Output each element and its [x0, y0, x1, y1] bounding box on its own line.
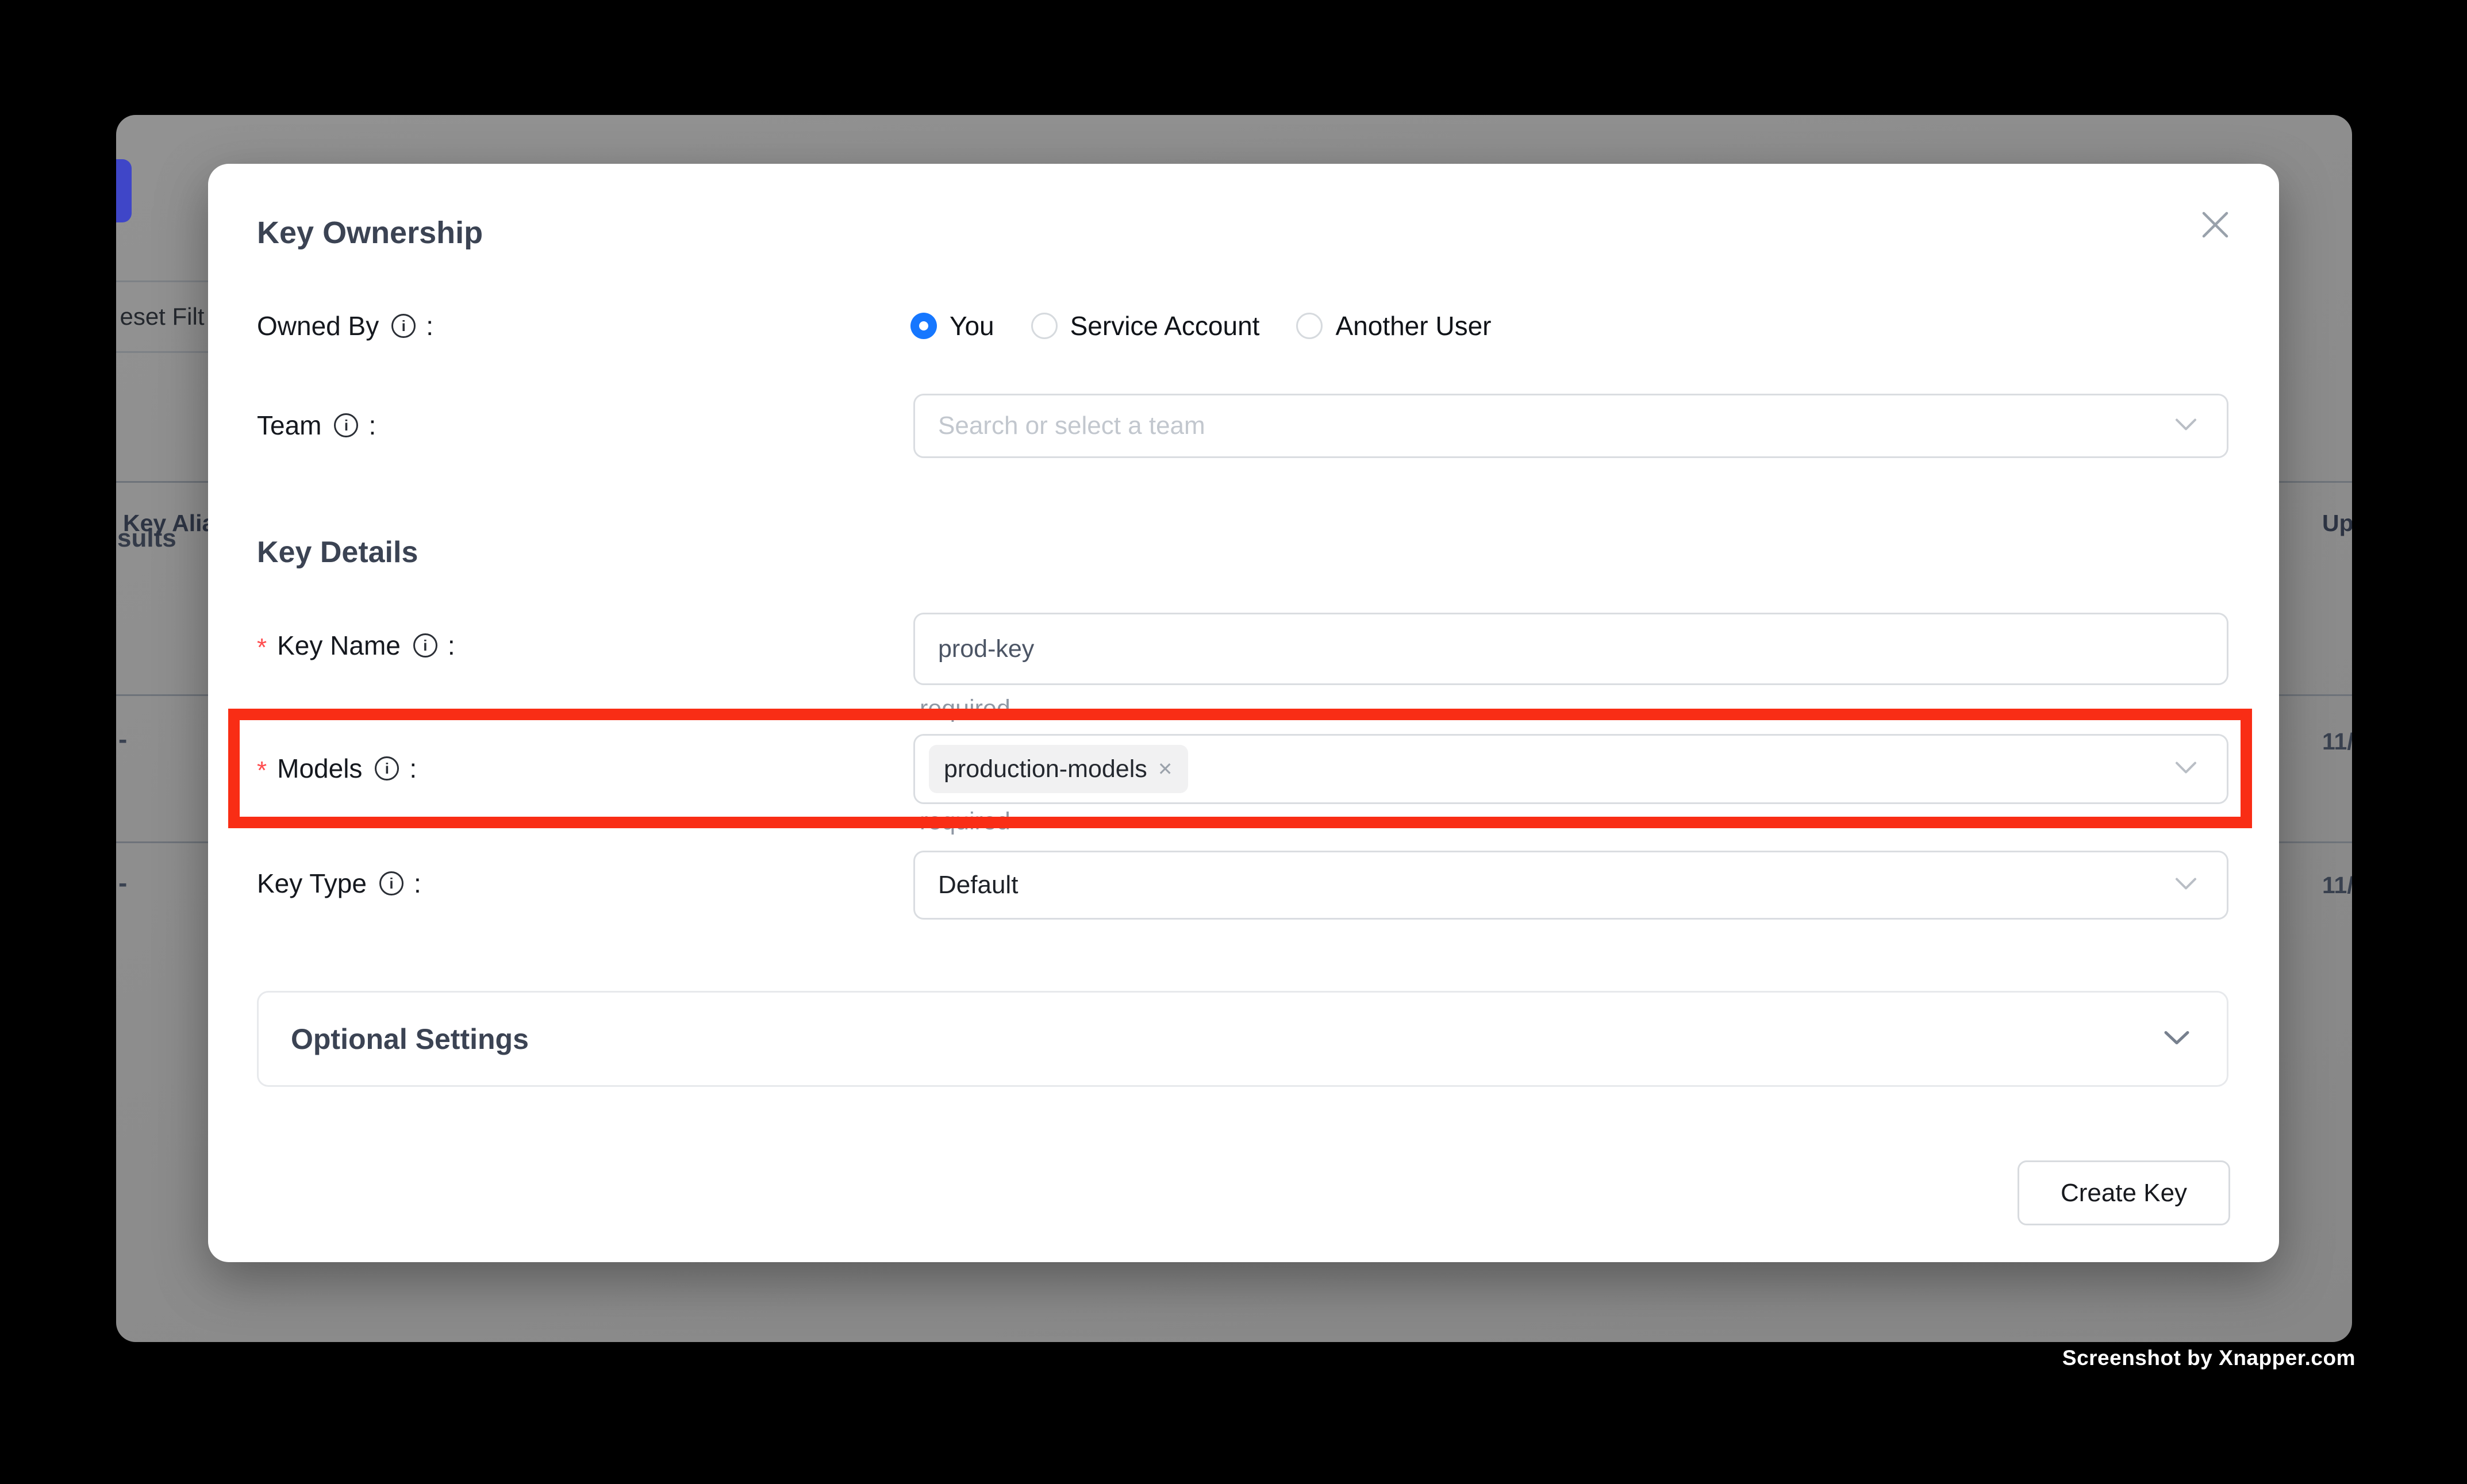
radio-option-another-user[interactable]: Another User	[1296, 310, 1491, 341]
chevron-down-icon	[2175, 877, 2197, 894]
table-row-cell: 11/	[2322, 728, 2352, 755]
optional-settings-label: Optional Settings	[291, 1022, 529, 1056]
info-icon[interactable]: i	[413, 633, 437, 658]
reset-filters-button-partial[interactable]: eset Filt	[116, 280, 221, 353]
required-asterisk: *	[257, 633, 267, 662]
owned-by-radio-group: You Service Account Another User	[910, 306, 1491, 346]
watermark-text: Screenshot by Xnapper.com	[2062, 1346, 2355, 1370]
team-label: Team i :	[257, 405, 376, 445]
optional-settings-expander[interactable]: Optional Settings	[257, 991, 2228, 1087]
key-type-label: Key Type i :	[257, 863, 421, 904]
table-row-cell: 11/	[2322, 871, 2352, 899]
create-key-button[interactable]: Create Key	[2018, 1160, 2230, 1225]
chevron-down-icon	[2175, 418, 2197, 435]
info-icon[interactable]: i	[334, 413, 358, 437]
column-header-key-alias: Key Alia	[123, 509, 215, 537]
info-icon[interactable]: i	[391, 314, 416, 338]
key-type-select[interactable]: Default	[913, 851, 2228, 920]
radio-option-service-account[interactable]: Service Account	[1031, 310, 1260, 341]
team-select-placeholder: Search or select a team	[938, 412, 1205, 440]
radio-unselected-icon[interactable]	[1296, 313, 1323, 339]
key-name-input[interactable]: prod-key	[913, 613, 2228, 685]
radio-selected-icon[interactable]	[910, 313, 937, 339]
team-select[interactable]: Search or select a team	[913, 394, 2228, 458]
radio-option-you[interactable]: You	[910, 310, 994, 341]
modal-title: Key Ownership	[257, 214, 483, 251]
create-new-key-button-partial[interactable]	[116, 159, 132, 222]
info-icon[interactable]: i	[379, 871, 404, 895]
table-row-cell: -	[118, 869, 127, 897]
close-button[interactable]	[2192, 202, 2238, 248]
key-type-value: Default	[938, 871, 1018, 899]
chevron-down-icon	[2164, 1029, 2190, 1048]
key-name-value: prod-key	[938, 635, 1034, 663]
column-header-updated: Up	[2322, 509, 2352, 537]
screenshot-canvas: eset Filt sults Key Alia Up - 11/ - 11/ …	[0, 0, 2467, 1484]
radio-unselected-icon[interactable]	[1031, 313, 1058, 339]
owned-by-label: Owned By i :	[257, 306, 433, 346]
table-row-cell: -	[118, 725, 127, 753]
close-icon	[2201, 211, 2229, 239]
key-details-heading: Key Details	[257, 535, 418, 570]
reset-filters-label: eset Filt	[120, 303, 204, 330]
annotation-highlight-box	[228, 709, 2252, 828]
key-name-label: * Key Name i :	[257, 625, 455, 666]
